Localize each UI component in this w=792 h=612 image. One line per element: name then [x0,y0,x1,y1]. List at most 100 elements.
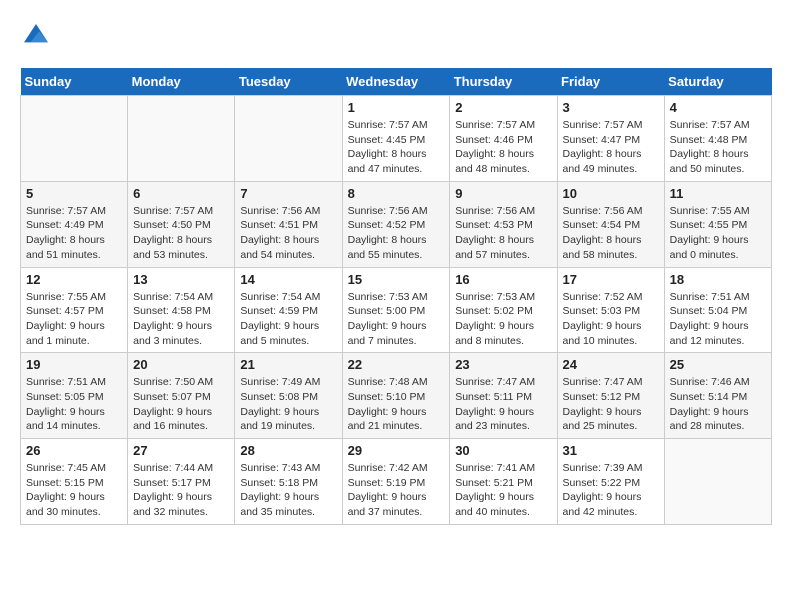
day-number: 14 [240,272,336,287]
day-number: 1 [348,100,445,115]
day-info: Sunrise: 7:53 AM Sunset: 5:00 PM Dayligh… [348,290,445,349]
day-info: Sunrise: 7:50 AM Sunset: 5:07 PM Dayligh… [133,375,229,434]
day-info: Sunrise: 7:57 AM Sunset: 4:46 PM Dayligh… [455,118,551,177]
calendar-cell-5-4: 29 Sunrise: 7:42 AM Sunset: 5:19 PM Dayli… [342,439,450,525]
calendar-cell-2-5: 9 Sunrise: 7:56 AM Sunset: 4:53 PM Daylig… [450,181,557,267]
calendar-cell-5-6: 31 Sunrise: 7:39 AM Sunset: 5:22 PM Dayli… [557,439,664,525]
calendar-week-5: 26 Sunrise: 7:45 AM Sunset: 5:15 PM Dayli… [21,439,772,525]
day-info: Sunrise: 7:43 AM Sunset: 5:18 PM Dayligh… [240,461,336,520]
calendar-week-4: 19 Sunrise: 7:51 AM Sunset: 5:05 PM Dayli… [21,353,772,439]
day-info: Sunrise: 7:54 AM Sunset: 4:58 PM Dayligh… [133,290,229,349]
day-info: Sunrise: 7:57 AM Sunset: 4:45 PM Dayligh… [348,118,445,177]
calendar-cell-2-2: 6 Sunrise: 7:57 AM Sunset: 4:50 PM Daylig… [128,181,235,267]
day-info: Sunrise: 7:41 AM Sunset: 5:21 PM Dayligh… [455,461,551,520]
calendar-body: 1 Sunrise: 7:57 AM Sunset: 4:45 PM Daylig… [21,96,772,525]
day-number: 10 [563,186,659,201]
day-info: Sunrise: 7:52 AM Sunset: 5:03 PM Dayligh… [563,290,659,349]
calendar-week-3: 12 Sunrise: 7:55 AM Sunset: 4:57 PM Dayli… [21,267,772,353]
calendar-cell-1-1 [21,96,128,182]
day-number: 12 [26,272,122,287]
calendar-cell-5-1: 26 Sunrise: 7:45 AM Sunset: 5:15 PM Dayli… [21,439,128,525]
day-number: 17 [563,272,659,287]
day-info: Sunrise: 7:39 AM Sunset: 5:22 PM Dayligh… [563,461,659,520]
day-number: 11 [670,186,766,201]
calendar-cell-2-7: 11Sunrise: 7:55 AM Sunset: 4:55 PM Dayli… [664,181,771,267]
day-info: Sunrise: 7:45 AM Sunset: 5:15 PM Dayligh… [26,461,122,520]
day-info: Sunrise: 7:57 AM Sunset: 4:48 PM Dayligh… [670,118,766,177]
calendar-cell-1-6: 3 Sunrise: 7:57 AM Sunset: 4:47 PM Daylig… [557,96,664,182]
calendar-header-sunday: Sunday [21,68,128,96]
day-info: Sunrise: 7:57 AM Sunset: 4:50 PM Dayligh… [133,204,229,263]
calendar-cell-3-2: 13 Sunrise: 7:54 AM Sunset: 4:58 PM Dayli… [128,267,235,353]
day-number: 30 [455,443,551,458]
day-number: 23 [455,357,551,372]
day-info: Sunrise: 7:46 AM Sunset: 5:14 PM Dayligh… [670,375,766,434]
day-info: Sunrise: 7:56 AM Sunset: 4:52 PM Dayligh… [348,204,445,263]
day-number: 13 [133,272,229,287]
calendar-cell-2-6: 10 Sunrise: 7:56 AM Sunset: 4:54 PM Dayli… [557,181,664,267]
day-info: Sunrise: 7:57 AM Sunset: 4:49 PM Dayligh… [26,204,122,263]
calendar-header-monday: Monday [128,68,235,96]
calendar-header-friday: Friday [557,68,664,96]
calendar-cell-3-7: 18Sunrise: 7:51 AM Sunset: 5:04 PM Dayli… [664,267,771,353]
day-info: Sunrise: 7:56 AM Sunset: 4:53 PM Dayligh… [455,204,551,263]
day-info: Sunrise: 7:56 AM Sunset: 4:51 PM Dayligh… [240,204,336,263]
calendar-cell-5-2: 27 Sunrise: 7:44 AM Sunset: 5:17 PM Dayli… [128,439,235,525]
calendar-header-saturday: Saturday [664,68,771,96]
day-number: 31 [563,443,659,458]
day-number: 26 [26,443,122,458]
calendar: SundayMondayTuesdayWednesdayThursdayFrid… [20,68,772,525]
day-number: 2 [455,100,551,115]
calendar-cell-4-1: 19 Sunrise: 7:51 AM Sunset: 5:05 PM Dayli… [21,353,128,439]
day-number: 29 [348,443,445,458]
day-number: 19 [26,357,122,372]
day-number: 7 [240,186,336,201]
calendar-week-2: 5 Sunrise: 7:57 AM Sunset: 4:49 PM Daylig… [21,181,772,267]
calendar-cell-4-4: 22 Sunrise: 7:48 AM Sunset: 5:10 PM Dayli… [342,353,450,439]
day-info: Sunrise: 7:51 AM Sunset: 5:05 PM Dayligh… [26,375,122,434]
calendar-cell-4-5: 23 Sunrise: 7:47 AM Sunset: 5:11 PM Dayli… [450,353,557,439]
calendar-cell-2-3: 7 Sunrise: 7:56 AM Sunset: 4:51 PM Daylig… [235,181,342,267]
day-number: 8 [348,186,445,201]
day-info: Sunrise: 7:48 AM Sunset: 5:10 PM Dayligh… [348,375,445,434]
logo [20,20,58,52]
day-info: Sunrise: 7:44 AM Sunset: 5:17 PM Dayligh… [133,461,229,520]
day-info: Sunrise: 7:49 AM Sunset: 5:08 PM Dayligh… [240,375,336,434]
calendar-cell-3-1: 12 Sunrise: 7:55 AM Sunset: 4:57 PM Dayli… [21,267,128,353]
calendar-cell-3-5: 16Sunrise: 7:53 AM Sunset: 5:02 PM Dayli… [450,267,557,353]
calendar-cell-4-3: 21Sunrise: 7:49 AM Sunset: 5:08 PM Dayli… [235,353,342,439]
calendar-cell-1-4: 1 Sunrise: 7:57 AM Sunset: 4:45 PM Daylig… [342,96,450,182]
day-number: 28 [240,443,336,458]
day-number: 6 [133,186,229,201]
calendar-cell-3-4: 15 Sunrise: 7:53 AM Sunset: 5:00 PM Dayli… [342,267,450,353]
day-number: 27 [133,443,229,458]
calendar-cell-2-4: 8 Sunrise: 7:56 AM Sunset: 4:52 PM Daylig… [342,181,450,267]
calendar-cell-5-7 [664,439,771,525]
day-info: Sunrise: 7:57 AM Sunset: 4:47 PM Dayligh… [563,118,659,177]
day-number: 22 [348,357,445,372]
day-info: Sunrise: 7:47 AM Sunset: 5:11 PM Dayligh… [455,375,551,434]
calendar-cell-5-3: 28 Sunrise: 7:43 AM Sunset: 5:18 PM Dayli… [235,439,342,525]
calendar-cell-4-6: 24 Sunrise: 7:47 AM Sunset: 5:12 PM Dayli… [557,353,664,439]
day-number: 20 [133,357,229,372]
day-number: 15 [348,272,445,287]
day-number: 3 [563,100,659,115]
day-info: Sunrise: 7:56 AM Sunset: 4:54 PM Dayligh… [563,204,659,263]
calendar-cell-3-3: 14 Sunrise: 7:54 AM Sunset: 4:59 PM Dayli… [235,267,342,353]
day-number: 5 [26,186,122,201]
calendar-week-1: 1 Sunrise: 7:57 AM Sunset: 4:45 PM Daylig… [21,96,772,182]
day-number: 25 [670,357,766,372]
calendar-header-row: SundayMondayTuesdayWednesdayThursdayFrid… [21,68,772,96]
day-number: 18 [670,272,766,287]
calendar-header-tuesday: Tuesday [235,68,342,96]
day-info: Sunrise: 7:42 AM Sunset: 5:19 PM Dayligh… [348,461,445,520]
day-number: 9 [455,186,551,201]
calendar-cell-4-2: 20 Sunrise: 7:50 AM Sunset: 5:07 PM Dayli… [128,353,235,439]
day-info: Sunrise: 7:55 AM Sunset: 4:57 PM Dayligh… [26,290,122,349]
day-info: Sunrise: 7:54 AM Sunset: 4:59 PM Dayligh… [240,290,336,349]
day-number: 24 [563,357,659,372]
day-info: Sunrise: 7:53 AM Sunset: 5:02 PM Dayligh… [455,290,551,349]
calendar-cell-1-5: 2 Sunrise: 7:57 AM Sunset: 4:46 PM Daylig… [450,96,557,182]
day-info: Sunrise: 7:47 AM Sunset: 5:12 PM Dayligh… [563,375,659,434]
calendar-cell-5-5: 30 Sunrise: 7:41 AM Sunset: 5:21 PM Dayli… [450,439,557,525]
